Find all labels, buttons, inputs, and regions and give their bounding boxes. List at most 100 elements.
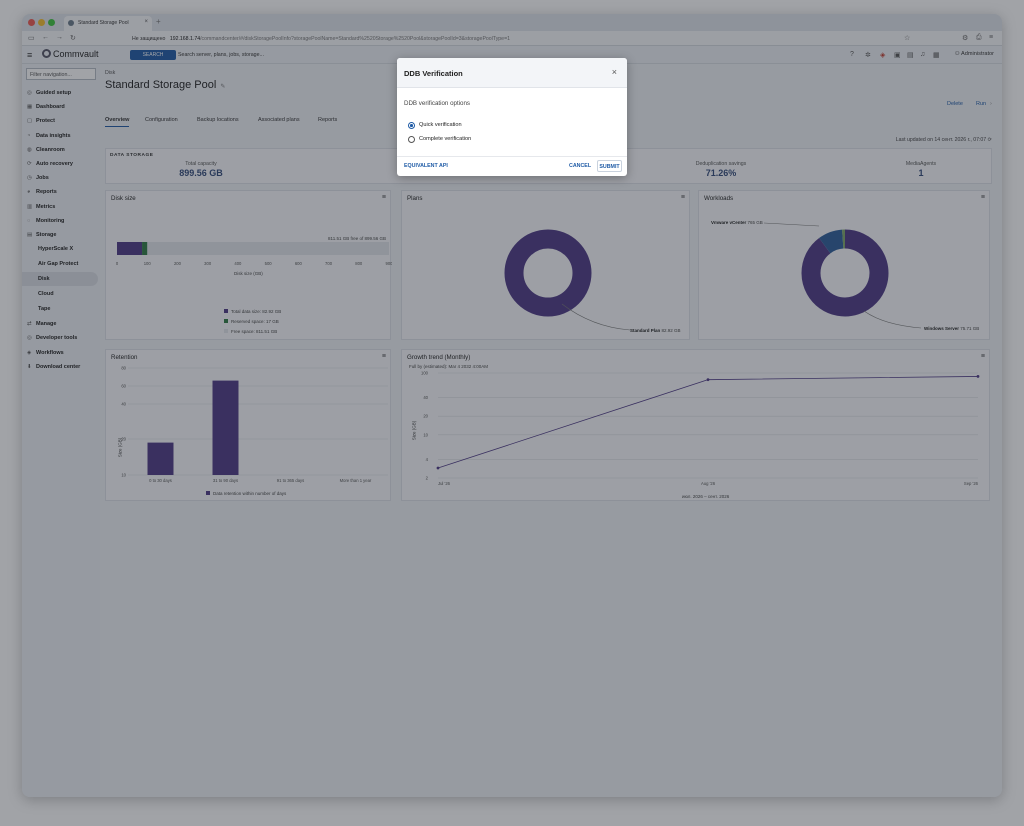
browser-tab-bar: Standard Storage Pool × + — [22, 14, 1002, 31]
growth-trend-card: Growth trend (Monthly) ≡ Full by (estima… — [401, 349, 990, 501]
sidebar-item-tape[interactable]: Tape — [38, 306, 50, 312]
sidebar-item-label: Auto recovery — [36, 161, 73, 167]
maximize-window-icon[interactable] — [48, 19, 55, 26]
sidebar-item-download-center[interactable]: ⬇ Download center — [27, 364, 80, 370]
complete-verification-radio[interactable] — [408, 136, 415, 143]
help-icon[interactable]: ? — [850, 51, 854, 58]
submit-button[interactable]: SUBMIT — [597, 160, 622, 172]
quick-verification-label[interactable]: Quick verification — [419, 122, 462, 128]
sidebar-item-hyperscale-x[interactable]: HyperScale X — [38, 246, 73, 252]
sidebar-item-icon: ▦ — [27, 104, 33, 111]
sidebar-item-workflows[interactable]: ◈ Workflows — [27, 350, 64, 356]
browser-menu-icon[interactable]: ≡ — [989, 34, 993, 41]
last-updated-text: Last updated on 14 сент. 2026 г., 07:07 — [895, 137, 987, 143]
sidebar-item-reports[interactable]: ◕ Reports — [27, 189, 57, 195]
sidebar-item-air-gap-protect[interactable]: Air Gap Protect — [38, 261, 78, 267]
reload-icon[interactable]: ↻ — [70, 34, 76, 42]
hamburger-menu-icon[interactable]: ≡ — [27, 50, 32, 60]
y-tick-label: 10 — [423, 432, 428, 437]
sidebar-toggle-icon[interactable]: ▭ — [28, 34, 35, 42]
y-tick-label: 100 — [421, 371, 429, 376]
sidebar-item-label: Disk — [38, 276, 50, 283]
refresh-icon[interactable]: ⟳ — [988, 137, 992, 143]
sidebar-item-disk[interactable]: Disk — [22, 272, 98, 287]
growth-point — [436, 466, 440, 470]
stat-mediaagents: MediaAgents 1 — [866, 161, 976, 178]
back-icon[interactable]: ← — [42, 34, 49, 41]
sidebar-item-manage[interactable]: ⇄ Manage — [27, 321, 56, 327]
tab-associated-plans[interactable]: Associated plans — [258, 117, 300, 123]
workload-label-windows: Windows Server 75.71 GB — [924, 326, 979, 331]
legend-item: Free space: 811.51 GB — [224, 329, 277, 334]
edit-name-icon[interactable]: ✎ — [220, 84, 225, 90]
legend-text: Total data size: 82.92 GB — [231, 309, 282, 314]
equivalent-api-button[interactable]: EQUIVALENT API — [404, 163, 448, 169]
forward-icon[interactable]: → — [56, 34, 63, 41]
run-link[interactable]: Run — [976, 101, 986, 107]
tab-overview[interactable]: Overview — [105, 117, 130, 127]
calendar-icon[interactable]: ▦ — [933, 51, 940, 59]
plans-label-value: 82.92 GB — [661, 328, 681, 333]
chevron-right-icon[interactable]: › — [990, 101, 992, 107]
reports-icon[interactable]: ▤ — [907, 51, 914, 59]
extensions-icon[interactable]: ⚙ — [962, 34, 968, 42]
sidebar-item-label: Jobs — [36, 175, 49, 182]
close-icon[interactable]: × — [612, 67, 617, 77]
sidebar-item-label: Protect — [36, 118, 55, 125]
sidebar-item-cloud[interactable]: Cloud — [38, 291, 54, 297]
sidebar-item-cleanroom[interactable]: ◍ Cleanroom — [27, 147, 65, 153]
tab-configuration[interactable]: Configuration — [145, 117, 178, 123]
stat-value: 899.56 GB — [179, 168, 223, 178]
new-tab-icon[interactable]: + — [156, 17, 161, 26]
sidebar-item-guided-setup[interactable]: ◎ Guided setup — [27, 90, 71, 96]
sidebar-item-icon: ▥ — [27, 203, 33, 210]
tasks-icon[interactable]: ▣ — [894, 51, 901, 59]
quick-verification-radio[interactable] — [408, 122, 415, 129]
global-search-input[interactable]: Search server, plans, jobs, storage... — [178, 52, 264, 58]
sidebar-item-developer-tools[interactable]: ◎ Developer tools — [27, 335, 77, 341]
minimize-window-icon[interactable] — [38, 19, 45, 26]
sidebar-item-data-insights[interactable]: ◔ Data insights — [27, 133, 71, 139]
sidebar-item-auto-recovery[interactable]: ⟳ Auto recovery — [27, 161, 73, 167]
alerts-icon[interactable]: ◈ — [880, 51, 885, 59]
sidebar-item-metrics[interactable]: ▥ Metrics — [27, 204, 55, 210]
sidebar-item-protect[interactable]: ▢ Protect — [27, 118, 55, 124]
sidebar-item-monitoring[interactable]: ◌ Monitoring — [27, 218, 64, 224]
legend-swatch — [224, 309, 228, 313]
bookmark-star-icon[interactable]: ☆ — [904, 34, 910, 42]
complete-verification-label[interactable]: Complete verification — [419, 136, 471, 142]
x-tick-label: 0 to 30 days — [149, 478, 172, 483]
x-tick-label: Aug '26 — [701, 481, 716, 486]
close-window-icon[interactable] — [28, 19, 35, 26]
sidebar-item-jobs[interactable]: ◷ Jobs — [27, 175, 49, 181]
sidebar-item-label: Data insights — [36, 132, 71, 139]
x-tick-label: 800 — [355, 261, 363, 266]
x-tick-label: 0 — [116, 261, 119, 266]
filter-navigation-input[interactable]: Filter navigation... — [26, 68, 96, 80]
cancel-button[interactable]: CANCEL — [569, 163, 591, 169]
close-tab-icon[interactable]: × — [144, 19, 148, 25]
sidebar-item-label: Dashboard — [36, 104, 65, 111]
share-icon[interactable]: ⎙ — [976, 34, 982, 42]
browser-tab[interactable]: Standard Storage Pool × — [64, 16, 152, 31]
tab-reports[interactable]: Reports — [318, 117, 337, 123]
plans-label: Standard Plan 82.92 GB — [630, 328, 681, 333]
y-tick-label: 20 — [423, 414, 428, 419]
settings-icon[interactable]: ✲ — [865, 51, 871, 59]
sidebar-item-storage[interactable]: ▤ Storage — [27, 232, 56, 238]
delete-link[interactable]: Delete — [947, 101, 963, 107]
user-menu[interactable]: ⚇ Administrator — [955, 51, 994, 57]
breadcrumb[interactable]: Disk — [105, 70, 115, 76]
x-tick-label: 300 — [204, 261, 212, 266]
leader-line — [863, 310, 922, 329]
search-button[interactable]: SEARCH — [130, 50, 176, 60]
logo[interactable]: Commvault — [42, 49, 99, 59]
notifications-icon[interactable]: ♫ — [920, 51, 925, 58]
x-tick-label: 31 to 90 days — [213, 478, 238, 483]
sidebar-item-dashboard[interactable]: ▦ Dashboard — [27, 104, 65, 110]
x-tick-label: 100 — [144, 261, 152, 266]
sidebar-item-label: Cloud — [38, 291, 54, 298]
x-tick-label: Jul '26 — [438, 481, 451, 486]
tab-backup-locations[interactable]: Backup locations — [197, 117, 239, 123]
url-field[interactable]: Не защищено 192.168.1.74/commandcenter/#… — [126, 33, 886, 44]
